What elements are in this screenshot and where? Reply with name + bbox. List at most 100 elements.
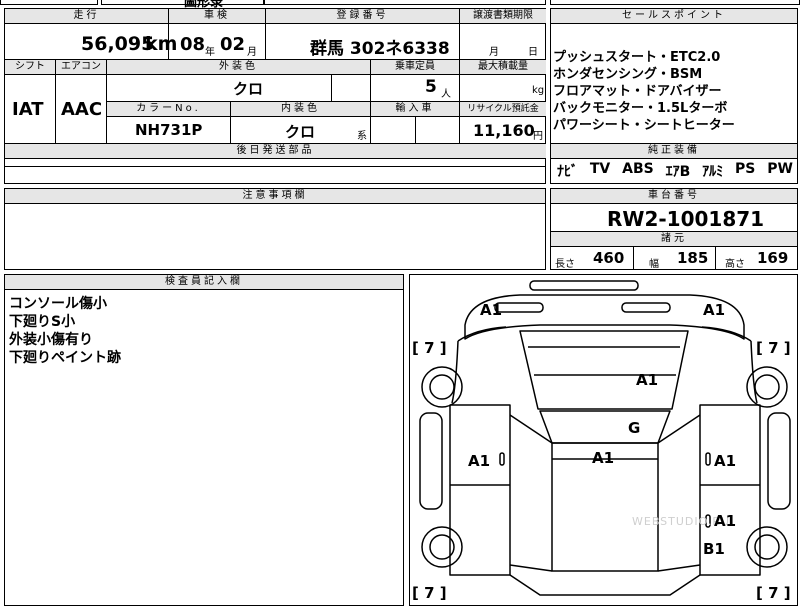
equipment-item: ｴｱB: [665, 164, 691, 180]
top-strip-cell-left: [0, 0, 98, 5]
wheel-front-right-inner: [754, 374, 780, 400]
interior-color-value: クロ: [285, 123, 316, 141]
top-strip-cell-right: [264, 0, 546, 5]
sales-point-line: ホンダセンシング・BSM: [553, 67, 703, 82]
transfer-header: 譲渡書類期限: [460, 9, 546, 24]
interior-color-suffix: 系: [357, 131, 367, 142]
color-no-value: NH731P: [135, 121, 203, 139]
width-value: 185: [677, 249, 709, 267]
equipment-item: PW: [767, 161, 793, 177]
mileage-value: 56,095: [81, 33, 155, 55]
mark-tire-fl: [ 7 ]: [412, 339, 447, 357]
equipment-item: TV: [589, 161, 611, 177]
mark-roof: A1: [592, 449, 615, 467]
equipment-item: ABS: [622, 161, 654, 177]
interior-color-header: 内装色: [231, 102, 370, 117]
inspection-month-unit: 月: [247, 47, 257, 58]
equipment-item: ﾅﾋﾞ: [557, 164, 578, 180]
wheel-front-left-inner: [429, 374, 455, 400]
wheel-rear-left: [421, 526, 463, 568]
shift-value: IAT: [12, 99, 44, 120]
windshield-shape: [539, 410, 671, 444]
aircon-header: エアコン: [56, 60, 106, 75]
car-diagram-panel: WEBSTUDIO.RU A1 A1 [ 7 ] [ 7 ] A1 G A1 A…: [409, 274, 798, 606]
front-fender-right-shape: [701, 326, 758, 404]
transfer-month-unit: 月: [489, 47, 499, 58]
sales-points-list: プッシュスタート・ETC2.0 ホンダセンシング・BSM フロアマット・ドアバイ…: [553, 49, 735, 134]
top-strip-cell-mid: 圖形录: [101, 0, 264, 10]
mark-rear-fender: B1: [703, 540, 725, 558]
recycle-unit: 円: [533, 131, 543, 142]
sales-point-line: バックモニター・1.5Lターボ: [553, 101, 728, 116]
inspection-month: 02: [220, 34, 246, 55]
notes-header: 注意事項欄: [5, 189, 545, 204]
equipment-item: ｱﾙﾐ: [702, 164, 724, 180]
recycle-value: 11,160: [473, 121, 535, 140]
mark-tire-fr: [ 7 ]: [756, 339, 791, 357]
later-parts-header: 後日発送部品: [5, 144, 546, 159]
height-value: 169: [757, 249, 789, 267]
mark-door-left: A1: [468, 452, 491, 470]
exterior-color-value: クロ: [233, 80, 264, 98]
vehicle-info-table: 走行 車検 登録番号 譲渡書類期限 56,095 km 08 年 02 月 群馬…: [4, 8, 546, 184]
dimensions-header: 諸元: [551, 232, 797, 247]
body-left-shape: [449, 404, 511, 576]
seating-unit: 人: [441, 89, 451, 100]
top-strip-cell-far: [550, 0, 800, 5]
mark-door-rr: A1: [714, 512, 737, 530]
mark-windshield: G: [628, 419, 641, 437]
length-value: 460: [593, 249, 625, 267]
wheel-rear-right: [746, 526, 788, 568]
headlight-left-shape: [494, 302, 544, 313]
sales-point-line: パワーシート・シートヒーター: [553, 118, 735, 133]
color-no-header: カラーNo.: [107, 102, 230, 117]
max-load-header: 最大積載量: [460, 60, 546, 75]
chassis-header: 車台番号: [551, 189, 797, 204]
inspector-notes: コンソール傷小 下廻りS小 外装小傷有り 下廻りペイント跡: [9, 295, 121, 367]
sales-points-panel: セールスポイント プッシュスタート・ETC2.0 ホンダセンシング・BSM フロ…: [550, 8, 798, 184]
inspector-note: 外装小傷有り: [9, 332, 93, 348]
front-grille-shape: [529, 280, 639, 291]
chassis-value: RW2-1001871: [607, 207, 765, 231]
mark-door-fr: A1: [714, 452, 737, 470]
inspector-note: 下廻りS小: [9, 314, 76, 330]
seating-value: 5: [425, 77, 437, 97]
chassis-panel: 車台番号 RW2-1001871 諸元 長さ 460 幅 185 高さ 169: [550, 188, 798, 270]
equipment-header: 純正装備: [551, 144, 797, 159]
registration-header: 登録番号: [266, 9, 459, 24]
import-header: 輸入車: [371, 102, 459, 117]
mark-hood: A1: [636, 371, 659, 389]
exterior-color-header: 外装色: [107, 60, 370, 75]
handle-left-front: [499, 452, 505, 466]
width-label: 幅: [649, 259, 659, 270]
hood-shape: [519, 330, 689, 410]
handle-right-front: [705, 452, 711, 466]
rear-body-shape: [509, 574, 701, 596]
mark-tire-rr: [ 7 ]: [756, 584, 791, 602]
sales-points-header: セールスポイント: [551, 9, 797, 24]
notes-panel: 注意事項欄: [4, 188, 546, 270]
mirror-right-shape: [767, 412, 791, 510]
car-diagram: [419, 280, 791, 596]
mark-front-right: A1: [703, 301, 726, 319]
wheel-rear-right-inner: [754, 534, 780, 560]
sales-point-line: プッシュスタート・ETC2.0: [553, 50, 721, 65]
aircon-value: AAC: [61, 99, 103, 120]
mark-front-left: A1: [480, 301, 503, 319]
inspector-header: 検査員記入欄: [5, 275, 403, 290]
height-label: 高さ: [725, 259, 745, 270]
wheel-front-right: [746, 366, 788, 408]
front-fender-left-shape: [451, 326, 507, 404]
inspection-year-unit: 年: [205, 47, 215, 58]
pillar-right: [657, 414, 701, 572]
inspection-year: 08: [180, 34, 206, 55]
registration-value: 群馬 302ネ6338: [310, 39, 450, 59]
sales-point-line: フロアマット・ドアバイザー: [553, 84, 722, 99]
inspector-note: 下廻りペイント跡: [9, 350, 121, 366]
equipment-list: ﾅﾋﾞ TV ABS ｴｱB ｱﾙﾐ PS PW: [557, 161, 793, 181]
mark-tire-rl: [ 7 ]: [412, 584, 447, 602]
inspection-header: 車検: [169, 9, 265, 24]
equipment-item: PS: [735, 161, 756, 177]
headlight-right-shape: [621, 302, 671, 313]
wheel-front-left: [421, 366, 463, 408]
